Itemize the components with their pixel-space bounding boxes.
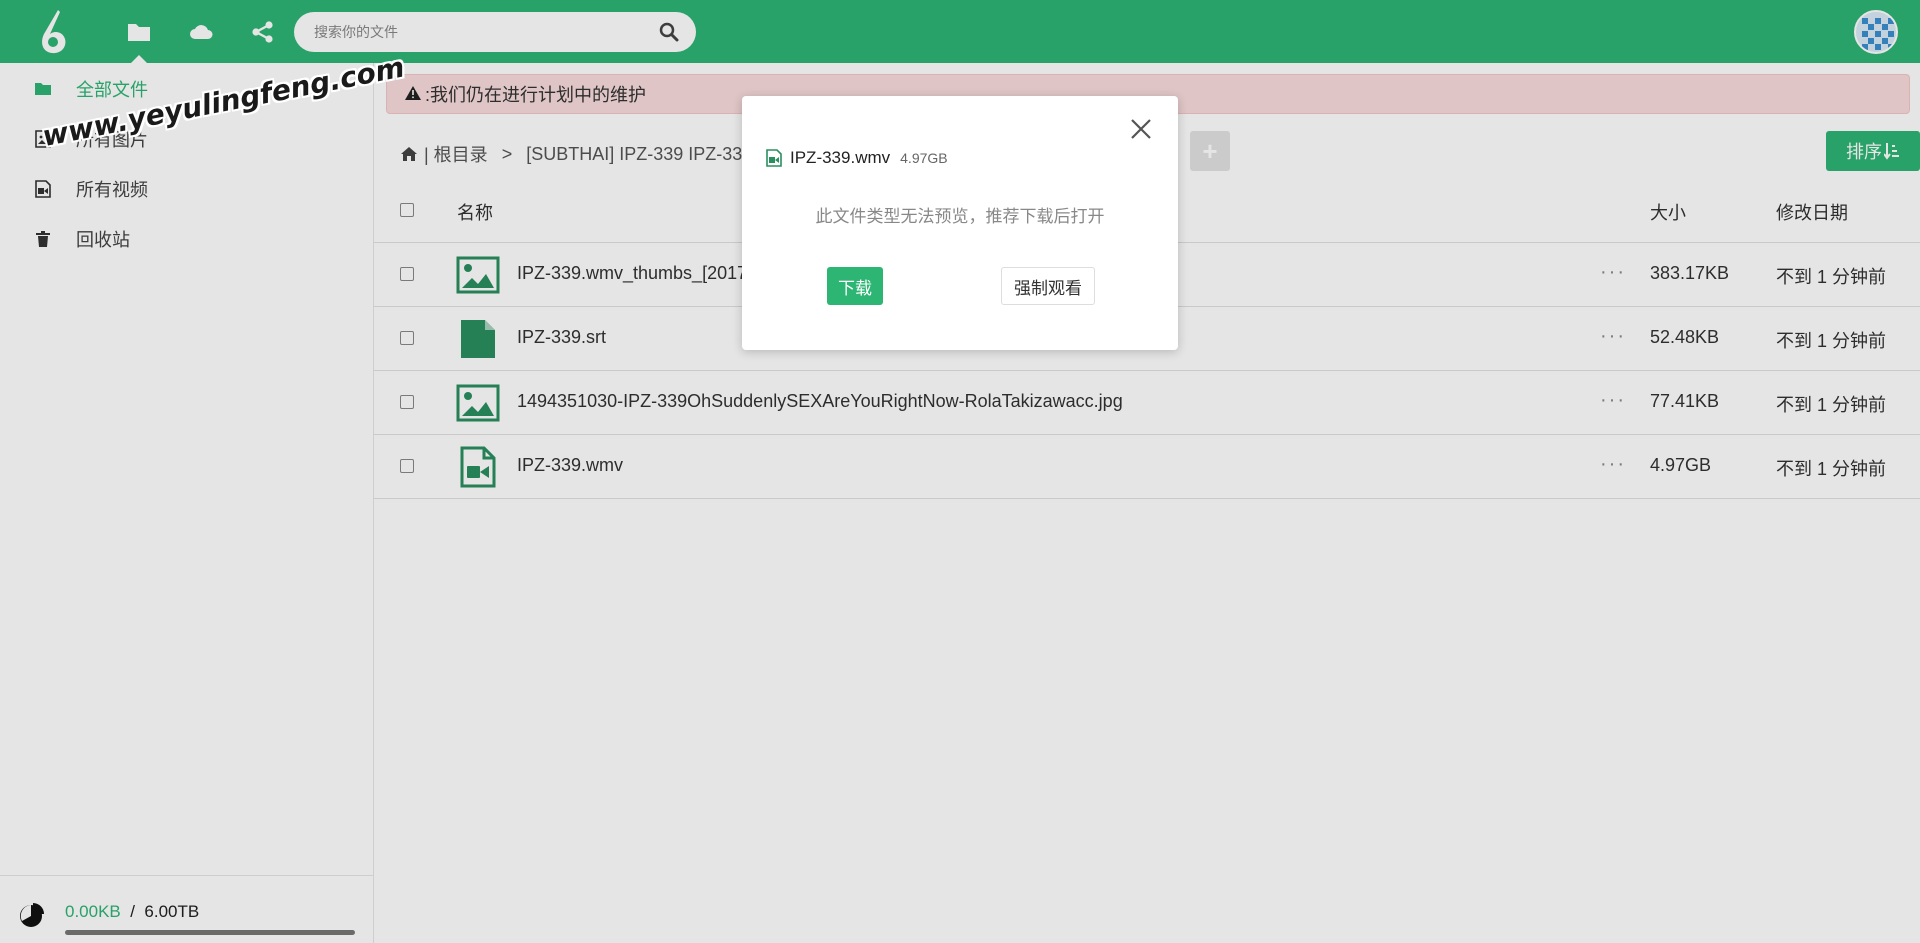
download-button[interactable]: 下载 [827, 267, 883, 305]
dialog-message: 此文件类型无法预览，推荐下载后打开 [815, 207, 1105, 226]
dialog-file-info: IPZ-339.wmv 4.97GB [766, 148, 948, 168]
force-view-button[interactable]: 强制观看 [1001, 267, 1095, 305]
dialog-file-size: 4.97GB [900, 150, 948, 166]
preview-dialog: IPZ-339.wmv 4.97GB 此文件类型无法预览，推荐下载后打开 下载 … [742, 96, 1178, 350]
close-icon[interactable] [1128, 116, 1154, 142]
dialog-file-name: IPZ-339.wmv [790, 148, 891, 167]
video-file-icon [766, 149, 782, 167]
